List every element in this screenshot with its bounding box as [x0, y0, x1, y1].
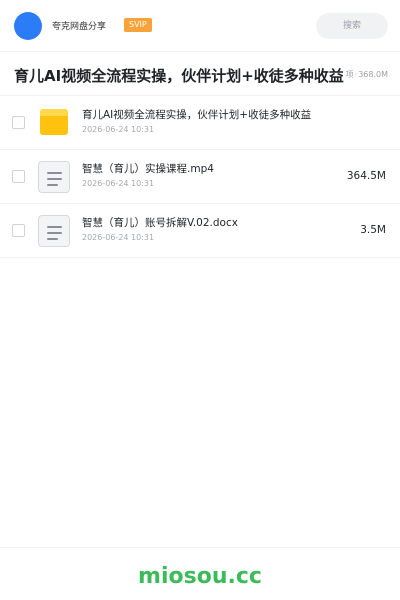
video-file-icon: [38, 161, 70, 193]
file-row-video[interactable]: 智慧（育儿）实操课程.mp4 2026-06-24 10:31 364.5M: [0, 150, 400, 204]
file-date: 2026-06-24 10:31: [82, 179, 155, 188]
file-name: 智慧（育儿）实操课程.mp4: [82, 163, 214, 175]
header: 夸克网盘分享 SVIP 搜索: [0, 0, 400, 52]
meta-separator: ·: [354, 70, 358, 79]
title-bar: 育儿AI视频全流程实操，伙伴计划+收徒多种收益 项·368.0M: [0, 52, 400, 96]
file-size: 3.5M: [360, 224, 386, 236]
row-checkbox[interactable]: [12, 116, 25, 129]
file-name: 育儿AI视频全流程实操，伙伴计划+收徒多种收益: [82, 109, 312, 121]
user-name[interactable]: 夸克网盘分享: [52, 19, 106, 32]
search-placeholder: 搜索: [342, 21, 361, 31]
row-checkbox[interactable]: [12, 224, 25, 237]
total-size: 368.0M: [358, 70, 388, 79]
page-title: 育儿AI视频全流程实操，伙伴计划+收徒多种收益: [14, 67, 344, 85]
file-row-document[interactable]: 智慧（育儿）账号拆解V.02.docx 2026-06-24 10:31 3.5…: [0, 204, 400, 258]
file-date: 2026-06-24 10:31: [82, 233, 155, 242]
svip-badge: SVIP: [124, 18, 152, 32]
file-row-folder[interactable]: 育儿AI视频全流程实操，伙伴计划+收徒多种收益 2026-06-24 10:31: [0, 96, 400, 150]
folder-icon: [38, 107, 70, 139]
file-date: 2026-06-24 10:31: [82, 125, 155, 134]
document-file-icon: [38, 215, 70, 247]
file-name: 智慧（育儿）账号拆解V.02.docx: [82, 217, 238, 229]
row-checkbox[interactable]: [12, 170, 25, 183]
footer: miosou.cc: [0, 547, 400, 600]
avatar[interactable]: [14, 12, 42, 40]
file-size: 364.5M: [346, 170, 386, 182]
site-watermark: miosou.cc: [138, 564, 262, 589]
search-input[interactable]: 搜索: [316, 13, 388, 39]
item-count-label: 项: [345, 70, 354, 79]
title-meta: 项·368.0M: [343, 69, 388, 80]
